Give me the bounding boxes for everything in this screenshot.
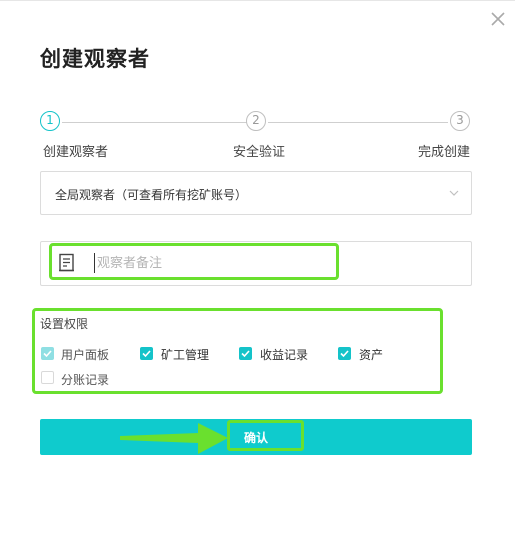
observer-type-value: 全局观察者（可查看所有挖矿账号） <box>55 188 248 202</box>
close-icon[interactable] <box>488 9 508 29</box>
confirm-button-label: 确认 <box>244 431 269 445</box>
step-3-indicator: 3 <box>450 111 470 131</box>
checkbox-miner-management-label: 矿工管理 <box>161 348 210 362</box>
step-1-label: 创建观察者 <box>43 145 109 160</box>
step-connector <box>62 122 252 123</box>
checkbox-split-records[interactable] <box>41 371 54 384</box>
create-observer-dialog: 创建观察者 1 2 3 创建观察者 安全验证 完成创建 全局观察者（可查看所有挖… <box>0 0 515 545</box>
step-3-label: 完成创建 <box>418 145 471 160</box>
arrow-annotation-icon <box>120 423 228 454</box>
checkbox-user-panel[interactable] <box>41 347 54 360</box>
step-2-label: 安全验证 <box>233 145 286 160</box>
checkbox-assets[interactable] <box>338 347 351 360</box>
dialog-title: 创建观察者 <box>40 47 150 71</box>
observer-note-input[interactable] <box>94 253 327 273</box>
progress-stepper: 1 2 3 创建观察者 安全验证 完成创建 <box>40 111 472 161</box>
observer-type-select[interactable]: 全局观察者（可查看所有挖矿账号） <box>40 171 472 215</box>
checkbox-earnings-records-label: 收益记录 <box>260 348 309 362</box>
permissions-title: 设置权限 <box>40 317 89 331</box>
checkbox-split-records-label: 分账记录 <box>61 373 110 387</box>
step-1-indicator: 1 <box>40 111 60 131</box>
note-icon <box>59 253 74 272</box>
checkbox-earnings-records[interactable] <box>239 347 252 360</box>
checkbox-miner-management[interactable] <box>140 347 153 360</box>
step-2-indicator: 2 <box>246 111 266 131</box>
checkbox-user-panel-label: 用户面板 <box>61 348 110 362</box>
checkbox-assets-label: 资产 <box>359 348 384 362</box>
chevron-down-icon <box>449 190 459 196</box>
step-connector <box>268 122 448 123</box>
